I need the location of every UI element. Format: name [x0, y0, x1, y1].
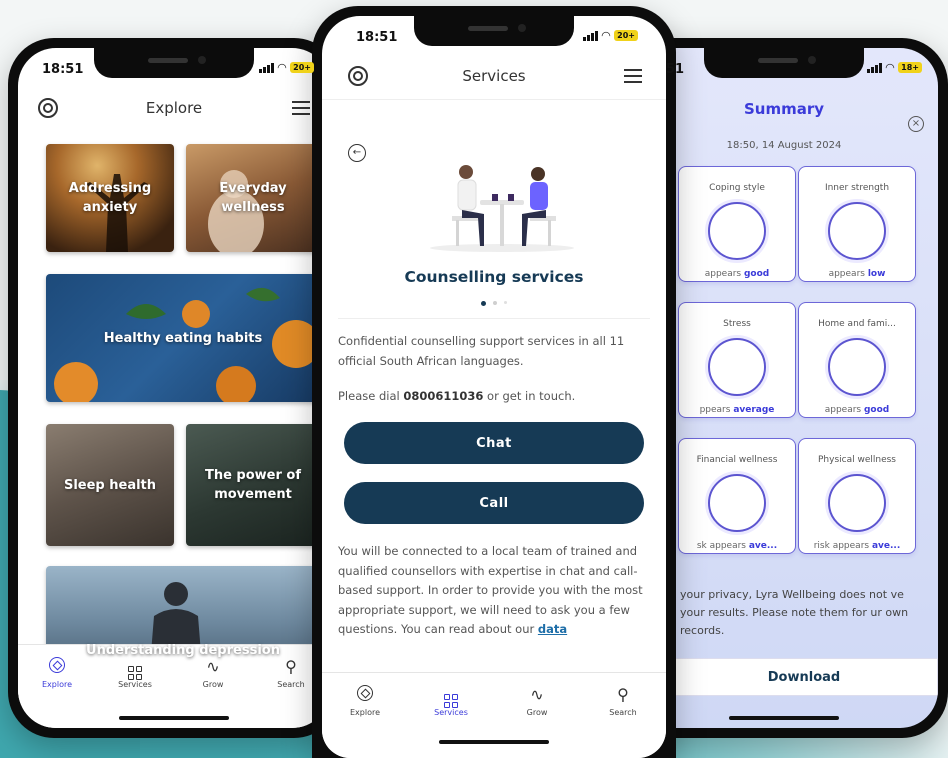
status-bar: 18:51 ◠ 20+ [18, 48, 330, 84]
signal-icon [582, 30, 598, 41]
tile-healthy-eating[interactable]: Healthy eating habits [46, 274, 320, 402]
battery-icon: 20+ [614, 30, 638, 41]
nav-search[interactable]: ⚲ Search [580, 673, 666, 758]
download-button[interactable]: Download [670, 658, 938, 696]
phone-number[interactable]: 0800611036 [403, 389, 483, 403]
home-family-illustration [828, 338, 886, 396]
summary-date: 18:50, 14 August 2024 [726, 140, 842, 151]
result-card-financial[interactable]: Financial wellness sk appears ave... [678, 438, 796, 554]
stress-illustration [708, 338, 766, 396]
grid-icon [128, 666, 142, 680]
result-card-inner-strength[interactable]: Inner strength appears low [798, 166, 916, 282]
home-indicator [119, 716, 229, 720]
result-card-stress[interactable]: Stress ppears average [678, 302, 796, 418]
home-indicator [729, 716, 839, 720]
privacy-note: your privacy, Lyra Wellbeing does not ve… [680, 588, 909, 637]
summary-title: Summary [743, 100, 825, 118]
status-time: 51 [666, 62, 685, 77]
bottom-nav: Explore Services ∿ Grow ⚲ Search [322, 672, 666, 758]
search-icon: ⚲ [285, 657, 297, 676]
phone-services: 18:51 ◠ 20+ Services ← Counselling servi… [312, 6, 676, 758]
body-text: You will be connected to a local team of… [338, 544, 643, 636]
tile-understanding-depression[interactable]: Understanding depression [46, 566, 320, 666]
inner-strength-illustration [828, 202, 886, 260]
explore-header: Explore [18, 84, 330, 132]
grid-icon [444, 694, 458, 708]
summary-screen: 51 ◠ 18+ Summary × 18:50, 14 August 2024… [630, 48, 938, 728]
tile-everyday-wellness[interactable]: Everyday wellness [186, 144, 320, 252]
data-link[interactable]: data [538, 622, 567, 636]
dot-active[interactable] [481, 301, 486, 306]
physical-illustration [828, 474, 886, 532]
result-card-physical[interactable]: Physical wellness risk appears ave... [798, 438, 916, 554]
dot[interactable] [504, 301, 507, 304]
financial-illustration [708, 474, 766, 532]
lifebuoy-icon[interactable] [38, 98, 58, 118]
lifebuoy-icon[interactable] [348, 66, 368, 86]
battery-icon: 18+ [898, 62, 922, 73]
services-header: Services [322, 52, 666, 100]
dial-text: Please dial 0800611036 or get in touch. [338, 389, 576, 403]
services-screen: 18:51 ◠ 20+ Services ← Counselling servi… [322, 16, 666, 758]
carousel-dots [322, 301, 666, 306]
phone-explore: 18:51 ◠ 20+ Explore Addressing anxiety E… [8, 38, 340, 738]
signal-icon [258, 62, 274, 73]
pulse-icon: ∿ [530, 685, 544, 704]
nav-grow[interactable]: ∿ Grow [494, 673, 580, 758]
back-icon[interactable]: ← [348, 144, 366, 162]
tile-power-of-movement[interactable]: The power of movement [186, 424, 320, 546]
dot[interactable] [493, 301, 497, 305]
compass-icon [49, 657, 65, 673]
result-card-home-family[interactable]: Home and fami... appears good [798, 302, 916, 418]
chat-button[interactable]: Chat [344, 422, 644, 464]
status-bar: 18:51 ◠ 20+ [322, 16, 666, 52]
status-bar: 51 ◠ 18+ [630, 48, 938, 84]
page-title: Services [462, 66, 526, 85]
explore-screen: 18:51 ◠ 20+ Explore Addressing anxiety E… [18, 48, 330, 728]
wifi-icon: ◠ [601, 29, 611, 42]
status-time: 18:51 [42, 62, 84, 77]
wifi-icon: ◠ [277, 61, 287, 74]
result-card-coping[interactable]: Coping style appears good [678, 166, 796, 282]
wifi-icon: ◠ [885, 61, 895, 74]
page-title: Explore [145, 99, 203, 117]
coping-illustration [708, 202, 766, 260]
signal-icon [866, 62, 882, 73]
section-heading: Counselling services [404, 268, 584, 286]
home-indicator [439, 740, 549, 744]
menu-icon[interactable] [292, 101, 310, 115]
tile-addressing-anxiety[interactable]: Addressing anxiety [46, 144, 174, 252]
nav-explore[interactable]: Explore [322, 673, 408, 758]
tile-sleep-health[interactable]: Sleep health [46, 424, 174, 546]
pulse-icon: ∿ [206, 657, 220, 676]
close-icon[interactable]: × [908, 116, 924, 132]
status-time: 18:51 [356, 30, 398, 45]
intro-text: Confidential counselling support service… [338, 334, 625, 368]
call-button[interactable]: Call [344, 482, 644, 524]
compass-icon [357, 685, 373, 701]
battery-icon: 20+ [290, 62, 314, 73]
search-icon: ⚲ [617, 685, 629, 704]
nav-services[interactable]: Services [408, 673, 494, 758]
counselling-illustration [430, 165, 574, 252]
